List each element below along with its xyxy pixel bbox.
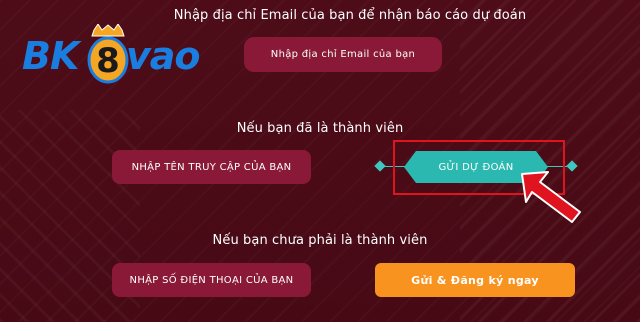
logo-suffix: vao	[126, 34, 201, 78]
member-section-heading: Nếu bạn đã là thành viên	[236, 121, 404, 136]
bk8vao-logo: BK 8 vao	[18, 14, 238, 96]
phone-input[interactable]: NHẬP SỐ ĐIỆN THOẠI CỦA BẠN	[112, 263, 311, 297]
arrow-pointer-icon	[521, 171, 581, 223]
logo-digit: 8	[96, 41, 120, 81]
logo-eight-badge: 8	[87, 24, 129, 84]
username-input[interactable]: NHẬP TÊN TRUY CẬP CỦA BẠN	[112, 150, 311, 184]
register-button[interactable]: Gửi & Đăng ký ngay	[375, 263, 575, 297]
email-section-heading: Nhập địa chỉ Email của bạn để nhận báo c…	[173, 8, 527, 23]
non-member-section-heading: Nếu bạn chưa phải là thành viên	[212, 233, 428, 248]
logo-prefix: BK	[22, 34, 79, 78]
email-input[interactable]: Nhập địa chỉ Email của bạn	[244, 37, 442, 72]
